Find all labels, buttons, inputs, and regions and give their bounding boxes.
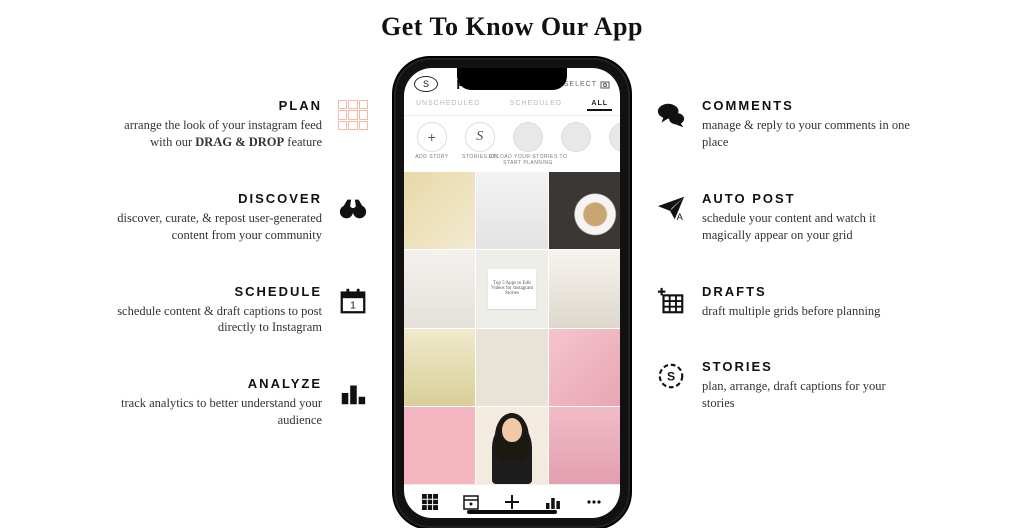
select-button[interactable]: SELECT <box>564 79 610 89</box>
feature-desc: manage & reply to your comments in one p… <box>702 117 914 151</box>
feature-desc: plan, arrange, draft captions for your s… <box>702 378 914 412</box>
feed-tile[interactable] <box>476 407 547 484</box>
feature-columns: PLAN arrange the look of your instagram … <box>0 50 1024 528</box>
feature-desc: arrange the look of your instagram feed … <box>110 117 322 151</box>
svg-text:1: 1 <box>350 300 356 311</box>
phone-mockup: S PLANOLY SELECT UNSCHEDULED SCHEDULED A… <box>388 50 636 528</box>
drafts-icon <box>654 284 688 318</box>
feature-plan: PLAN arrange the look of your instagram … <box>110 98 370 151</box>
feature-drafts: DRAFTS draft multiple grids before plann… <box>654 284 914 320</box>
feature-heading: STORIES <box>702 359 914 374</box>
feed-tile[interactable] <box>549 329 620 406</box>
profile-switcher[interactable]: S <box>414 76 438 92</box>
feature-desc: draft multiple grids before planning <box>702 303 880 320</box>
feature-heading: ANALYZE <box>110 376 322 391</box>
tab-scheduled[interactable]: SCHEDULED <box>506 98 566 111</box>
tab-more-icon[interactable] <box>584 492 604 512</box>
tab-calendar-icon[interactable] <box>461 492 481 512</box>
story-item[interactable] <box>556 122 596 152</box>
feed-tile[interactable] <box>404 250 475 327</box>
paper-plane-icon: A <box>654 191 688 225</box>
story-add[interactable]: +ADD STORY <box>412 122 452 160</box>
tab-unscheduled[interactable]: UNSCHEDULED <box>412 98 484 111</box>
svg-text:S: S <box>667 370 675 384</box>
left-features: PLAN arrange the look of your instagram … <box>110 50 370 429</box>
stories-icon: S <box>654 359 688 393</box>
feature-desc: schedule your content and watch it magic… <box>702 210 914 244</box>
feature-schedule: SCHEDULE schedule content & draft captio… <box>110 284 370 337</box>
svg-text:A: A <box>677 212 684 222</box>
story-item[interactable]: UPLOAD YOUR STORIES TO START PLANNING <box>508 122 548 166</box>
feature-heading: COMMENTS <box>702 98 914 113</box>
feed-tile[interactable] <box>476 172 547 249</box>
stories-row: +ADD STORY SSTORIES.CO UPLOAD YOUR STORI… <box>404 116 620 172</box>
feature-desc: track analytics to better understand you… <box>110 395 322 429</box>
feature-desc: schedule content & draft captions to pos… <box>110 303 322 337</box>
phone-screen: S PLANOLY SELECT UNSCHEDULED SCHEDULED A… <box>404 68 620 518</box>
comments-icon <box>654 98 688 132</box>
tab-analytics-icon[interactable] <box>543 492 563 512</box>
bar-chart-icon <box>336 376 370 410</box>
feed-grid: Top 5 Apps to Edit Videos for Instagram … <box>404 172 620 484</box>
tab-grid-icon[interactable] <box>420 492 440 512</box>
feature-discover: DISCOVER discover, curate, & repost user… <box>110 191 370 244</box>
feature-heading: DRAFTS <box>702 284 880 299</box>
feed-tile[interactable] <box>549 172 620 249</box>
feed-tile[interactable] <box>549 407 620 484</box>
calendar-icon: 1 <box>336 284 370 318</box>
feature-analyze: ANALYZE track analytics to better unders… <box>110 376 370 429</box>
feature-comments: COMMENTS manage & reply to your comments… <box>654 98 914 151</box>
story-item[interactable] <box>604 122 620 152</box>
page-title: Get To Know Our App <box>0 0 1024 50</box>
feature-heading: SCHEDULE <box>110 284 322 299</box>
feature-desc: discover, curate, & repost user-generate… <box>110 210 322 244</box>
feature-heading: PLAN <box>110 98 322 113</box>
feature-stories: S STORIES plan, arrange, draft captions … <box>654 359 914 412</box>
feed-tile[interactable] <box>476 329 547 406</box>
camera-icon <box>600 79 610 89</box>
feed-tile[interactable]: Top 5 Apps to Edit Videos for Instagram … <box>476 250 547 327</box>
tab-add-icon[interactable] <box>502 492 522 512</box>
feed-tile[interactable] <box>404 407 475 484</box>
phone-notch <box>457 68 567 90</box>
feed-tile[interactable] <box>404 329 475 406</box>
grid-icon <box>336 98 370 132</box>
feature-autopost: A AUTO POST schedule your content and wa… <box>654 191 914 244</box>
tab-all[interactable]: ALL <box>587 98 612 111</box>
feed-tile[interactable] <box>404 172 475 249</box>
feed-tabs: UNSCHEDULED SCHEDULED ALL <box>404 96 620 116</box>
right-features: COMMENTS manage & reply to your comments… <box>654 50 914 412</box>
home-indicator <box>467 510 557 514</box>
feed-tile[interactable] <box>549 250 620 327</box>
binoculars-icon <box>336 191 370 225</box>
feature-heading: AUTO POST <box>702 191 914 206</box>
feature-heading: DISCOVER <box>110 191 322 206</box>
